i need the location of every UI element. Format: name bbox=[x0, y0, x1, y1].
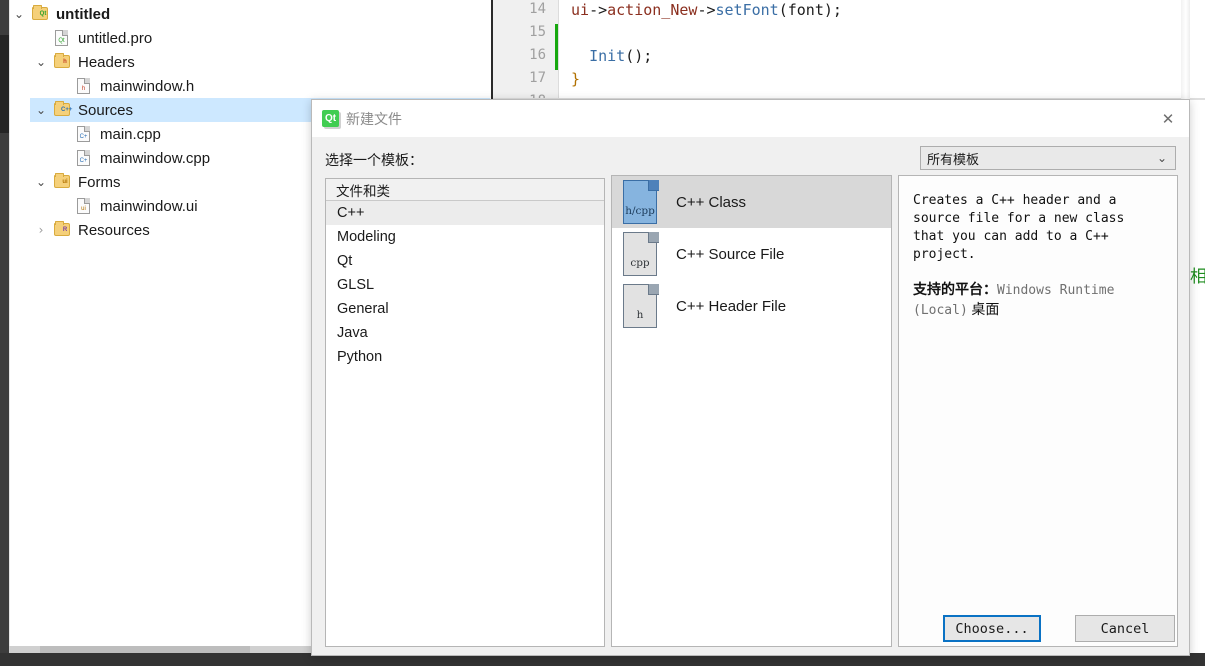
cpp-source-file-icon: cpp bbox=[623, 232, 659, 276]
chevron-down-icon: ⌄ bbox=[1156, 151, 1167, 165]
modified-line-marker bbox=[555, 24, 558, 47]
line-number: 15 bbox=[529, 24, 546, 40]
editor-side-character: 相 bbox=[1190, 267, 1205, 287]
tree-item-label: Headers bbox=[78, 53, 135, 71]
dialog-body: 选择一个模板： 所有模板 ⌄ 文件和类 C++ Modeling Qt GLSL Gen… bbox=[312, 137, 1189, 655]
cpp-file-icon: C+ bbox=[74, 150, 94, 166]
expander-collapse-icon[interactable]: ⌄ bbox=[8, 8, 30, 20]
tree-item-label: mainwindow.cpp bbox=[100, 149, 211, 167]
supported-platforms-value-local: (Local) bbox=[913, 303, 968, 318]
horizontal-scrollbar-thumb[interactable] bbox=[40, 646, 250, 653]
cpp-file-icon: C+ bbox=[74, 126, 94, 142]
expander-placeholder bbox=[52, 152, 74, 164]
resources-folder-icon: R bbox=[52, 221, 72, 238]
choose-template-label: 选择一个模板： bbox=[325, 152, 423, 168]
choose-button[interactable]: Choose... bbox=[943, 615, 1041, 642]
expander-collapse-icon[interactable]: ⌄ bbox=[30, 56, 52, 68]
tree-item-untitled[interactable]: ⌄ Qt untitled bbox=[8, 2, 490, 26]
tree-item-label: Forms bbox=[78, 173, 121, 191]
supported-platforms-value-desktop: 桌面 bbox=[971, 301, 1000, 317]
supported-platforms-label: 支持的平台： bbox=[913, 281, 997, 297]
pro-file-icon: Qt bbox=[52, 30, 72, 46]
category-item-general[interactable]: General bbox=[326, 297, 604, 321]
new-file-dialog: Qt 新建文件 ✕ 选择一个模板： 所有模板 ⌄ 文件和类 C++ Modelin… bbox=[311, 99, 1190, 656]
expander-collapse-icon[interactable]: ⌄ bbox=[30, 104, 52, 116]
tree-item-untitled-pro[interactable]: Qt untitled.pro bbox=[30, 26, 490, 50]
expander-placeholder bbox=[52, 128, 74, 140]
category-panel[interactable]: 文件和类 C++ Modeling Qt GLSL General Java Python bbox=[325, 178, 605, 647]
tree-item-label: untitled.pro bbox=[78, 29, 153, 47]
modified-line-marker bbox=[555, 47, 558, 70]
template-item-label: C++ Source File bbox=[676, 245, 785, 263]
qt-project-folder-icon: Qt bbox=[30, 5, 50, 22]
category-item-java[interactable]: Java bbox=[326, 321, 604, 345]
close-icon[interactable]: ✕ bbox=[1157, 108, 1179, 130]
expander-collapse-icon[interactable]: ⌄ bbox=[30, 176, 52, 188]
code-line[interactable]: ui->action_New->setFont(font); bbox=[571, 1, 842, 19]
headers-folder-icon: h bbox=[52, 53, 72, 70]
expander-expand-icon[interactable]: › bbox=[30, 224, 52, 236]
supported-platforms-value: Windows Runtime bbox=[997, 283, 1115, 298]
tree-item-label: mainwindow.ui bbox=[100, 197, 198, 215]
expander-placeholder bbox=[52, 200, 74, 212]
cpp-header-file-icon: h bbox=[623, 284, 659, 328]
h-file-icon: h bbox=[74, 78, 94, 94]
ui-file-icon: ui bbox=[74, 198, 94, 214]
editor-gutter: 1415161718 bbox=[493, 0, 559, 109]
tree-item-mainwindow-h[interactable]: h mainwindow.h bbox=[52, 74, 490, 98]
cpp-class-file-icon: h/cpp bbox=[623, 180, 659, 224]
expander-placeholder bbox=[52, 80, 74, 92]
template-filter-select[interactable]: 所有模板 ⌄ bbox=[920, 146, 1176, 170]
supported-platforms: 支持的平台：Windows Runtime (Local) 桌面 bbox=[913, 280, 1167, 320]
tree-item-label: Resources bbox=[78, 221, 150, 239]
screen: ⌄ Qt untitled Qt untitled.pro ⌄ h Headers h mai… bbox=[0, 0, 1205, 666]
code-line[interactable]: Init(); bbox=[571, 47, 652, 65]
line-number: 17 bbox=[529, 70, 546, 86]
description-panel: Creates a C++ header and a source file f… bbox=[898, 175, 1178, 647]
qt-logo-icon: Qt bbox=[322, 110, 339, 127]
category-item-qt[interactable]: Qt bbox=[326, 249, 604, 273]
tree-item-label: untitled bbox=[56, 5, 111, 23]
tree-item-label: main.cpp bbox=[100, 125, 161, 143]
code-line[interactable]: } bbox=[571, 70, 580, 88]
tree-item-label: mainwindow.h bbox=[100, 77, 195, 95]
category-item-c-[interactable]: C++ bbox=[326, 201, 604, 225]
tree-item-label: Sources bbox=[78, 101, 134, 119]
template-list[interactable]: h/cpp C++ Class cpp C++ Source File h C++ Hea… bbox=[612, 176, 891, 332]
line-number: 16 bbox=[529, 47, 546, 63]
dialog-title-bar: Qt 新建文件 bbox=[312, 100, 1189, 137]
category-item-python[interactable]: Python bbox=[326, 345, 604, 369]
description-body: Creates a C++ header and a source file f… bbox=[913, 193, 1125, 262]
dialog-title: 新建文件 bbox=[346, 110, 402, 127]
category-item-glsl[interactable]: GLSL bbox=[326, 273, 604, 297]
template-item-c-header-file[interactable]: h C++ Header File bbox=[612, 280, 891, 332]
expander-placeholder bbox=[30, 32, 52, 44]
template-item-c-class[interactable]: h/cpp C++ Class bbox=[612, 176, 891, 228]
category-header: 文件和类 bbox=[326, 179, 604, 201]
sources-folder-icon: C++ bbox=[52, 101, 72, 118]
category-list[interactable]: C++ Modeling Qt GLSL General Java Python bbox=[326, 201, 604, 369]
template-panel[interactable]: h/cpp C++ Class cpp C++ Source File h C++ Hea… bbox=[611, 175, 892, 647]
template-item-label: C++ Class bbox=[676, 193, 747, 211]
tree-item-headers[interactable]: ⌄ h Headers bbox=[30, 50, 490, 74]
cancel-button[interactable]: Cancel bbox=[1075, 615, 1175, 642]
template-item-label: C++ Header File bbox=[676, 297, 787, 315]
forms-folder-icon: ui bbox=[52, 173, 72, 190]
template-filter-value: 所有模板 bbox=[927, 151, 980, 167]
category-item-modeling[interactable]: Modeling bbox=[326, 225, 604, 249]
template-item-c-source-file[interactable]: cpp C++ Source File bbox=[612, 228, 891, 280]
line-number: 14 bbox=[529, 1, 546, 17]
